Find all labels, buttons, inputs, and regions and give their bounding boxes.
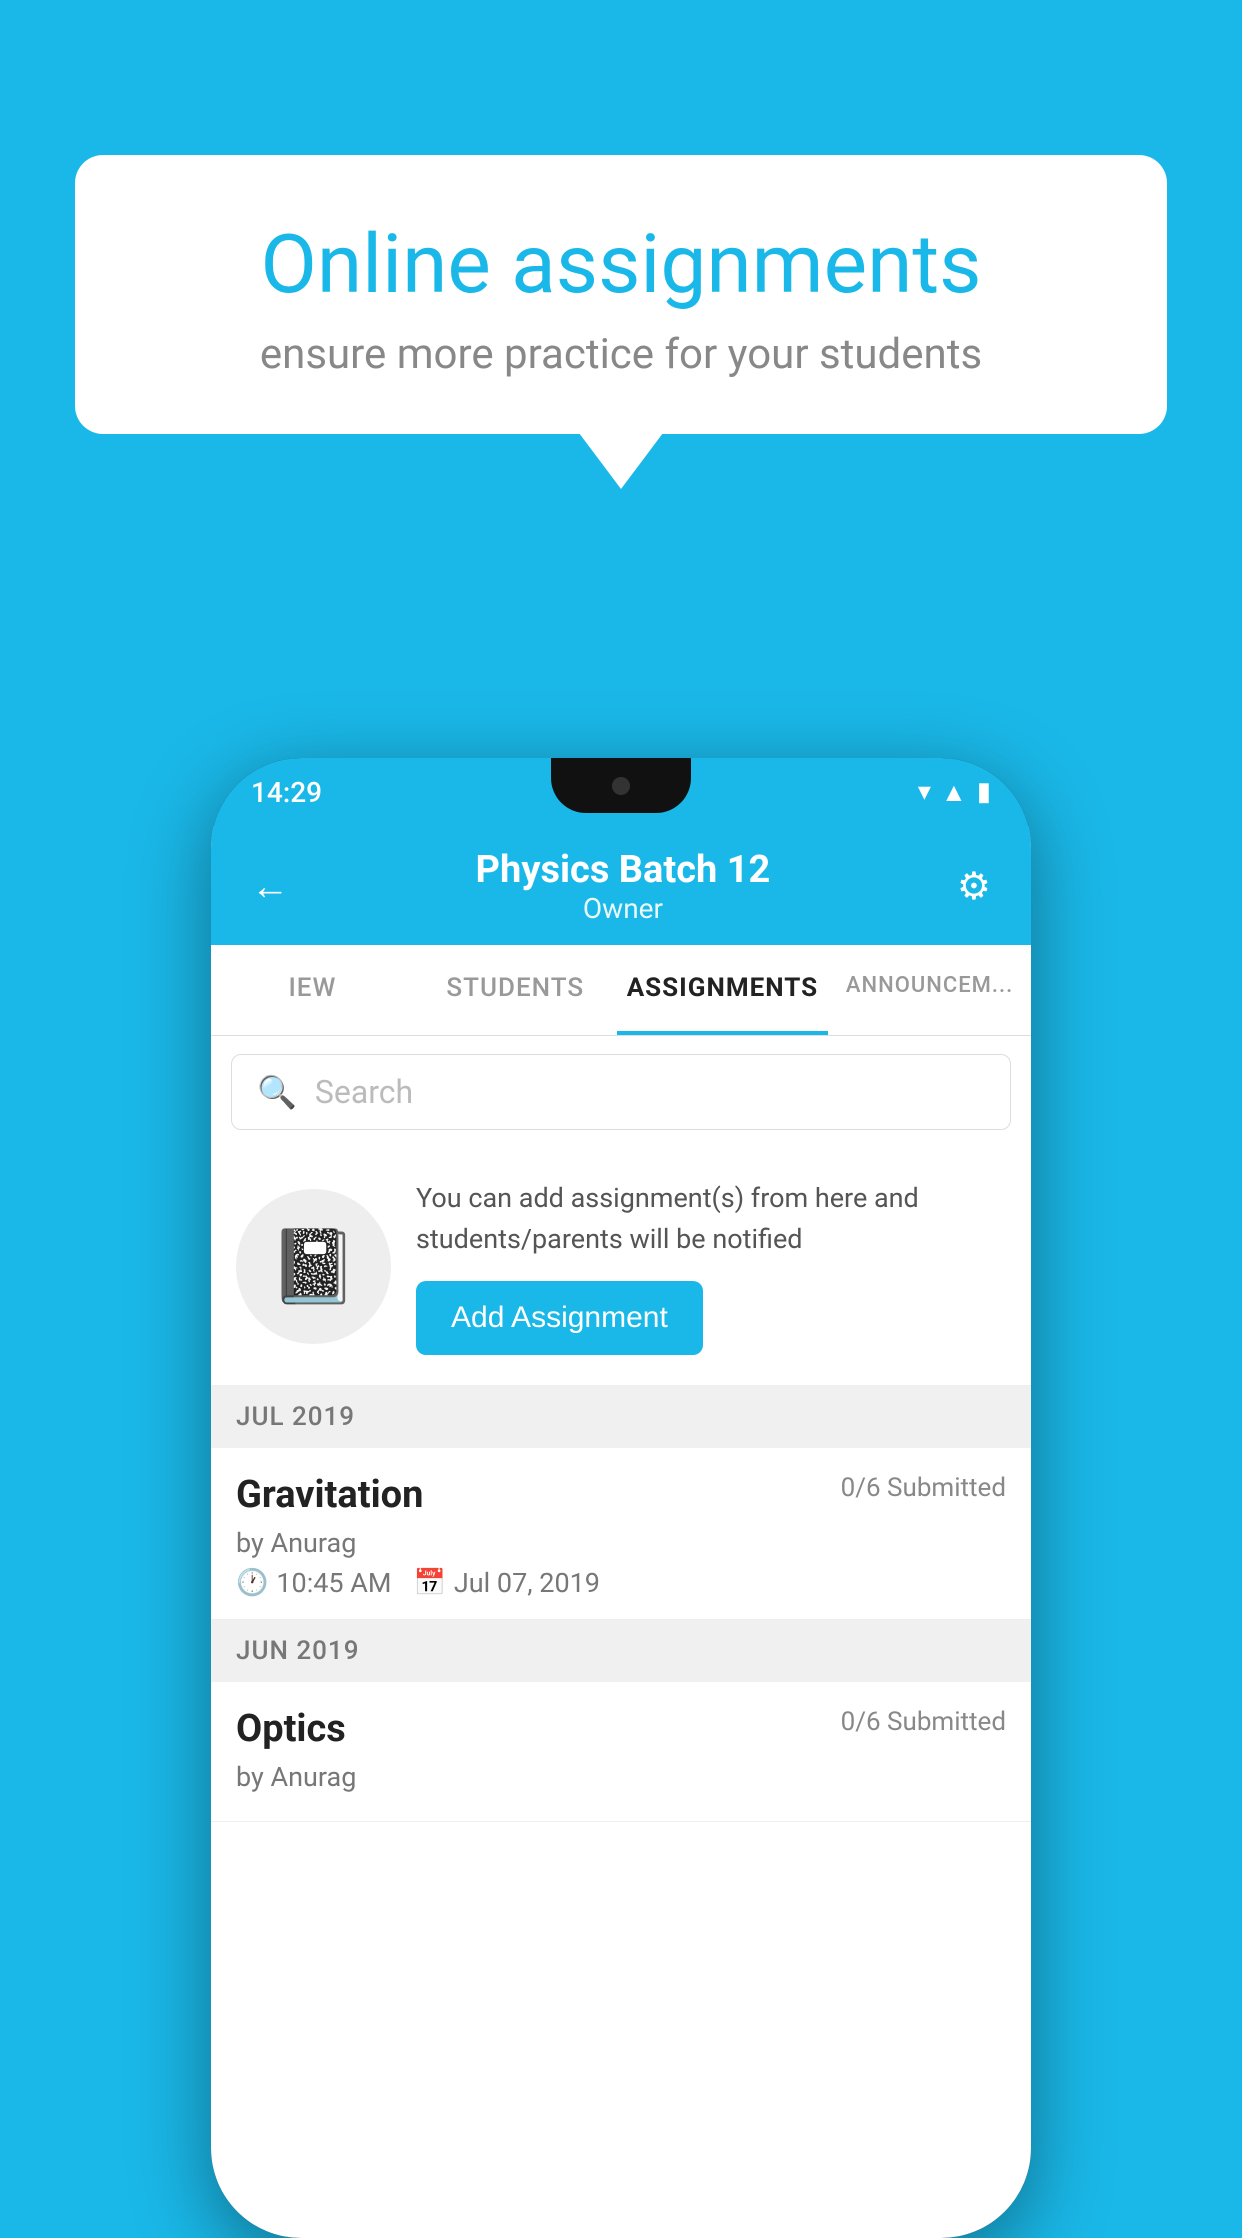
header-title-block: Physics Batch 12 Owner bbox=[476, 848, 771, 925]
datetime-time: 🕐 10:45 AM bbox=[236, 1567, 392, 1599]
status-time: 14:29 bbox=[251, 776, 322, 809]
assignment-top-row-optics: Optics 0/6 Submitted bbox=[236, 1707, 1006, 1751]
assignment-top-row: Gravitation 0/6 Submitted bbox=[236, 1473, 1006, 1517]
tab-announcements[interactable]: ANNOUNCEM... bbox=[828, 945, 1031, 1035]
assignment-title-gravitation: Gravitation bbox=[236, 1473, 423, 1517]
search-placeholder: Search bbox=[315, 1073, 413, 1111]
tab-assignments[interactable]: ASSIGNMENTS bbox=[617, 945, 828, 1035]
assignment-submitted-gravitation: 0/6 Submitted bbox=[841, 1473, 1006, 1503]
speech-bubble-container: Online assignments ensure more practice … bbox=[75, 155, 1167, 434]
batch-subtitle: Owner bbox=[476, 892, 771, 925]
assignment-title-optics: Optics bbox=[236, 1707, 346, 1751]
status-icons: ▾ ▲ ▮ bbox=[918, 777, 991, 808]
assignment-time: 10:45 AM bbox=[276, 1567, 391, 1599]
assignment-meta-optics: by Anurag bbox=[236, 1761, 1006, 1793]
assignment-submitted-optics: 0/6 Submitted bbox=[841, 1707, 1006, 1737]
search-icon: 🔍 bbox=[257, 1073, 297, 1111]
status-bar: 14:29 ▾ ▲ ▮ bbox=[211, 758, 1031, 826]
promo-icon-circle: 📓 bbox=[236, 1189, 391, 1344]
speech-bubble-subtitle: ensure more practice for your students bbox=[135, 330, 1107, 379]
add-assignment-button[interactable]: Add Assignment bbox=[416, 1281, 703, 1355]
tab-students[interactable]: STUDENTS bbox=[414, 945, 617, 1035]
section-header-jun: JUN 2019 bbox=[211, 1620, 1031, 1682]
tab-iew[interactable]: IEW bbox=[211, 945, 414, 1035]
datetime-date: 📅 Jul 07, 2019 bbox=[414, 1567, 600, 1599]
assignment-item-optics[interactable]: Optics 0/6 Submitted by Anurag bbox=[211, 1682, 1031, 1822]
promo-card: 📓 You can add assignment(s) from here an… bbox=[211, 1148, 1031, 1386]
battery-icon: ▮ bbox=[977, 777, 991, 807]
settings-icon[interactable]: ⚙ bbox=[957, 864, 991, 909]
notebook-icon: 📓 bbox=[269, 1224, 359, 1309]
assignment-item-gravitation[interactable]: Gravitation 0/6 Submitted by Anurag 🕐 10… bbox=[211, 1448, 1031, 1620]
search-bar[interactable]: 🔍 Search bbox=[231, 1054, 1011, 1130]
calendar-icon: 📅 bbox=[414, 1568, 446, 1598]
phone-container: 14:29 ▾ ▲ ▮ ← Physics Batch 12 Owner ⚙ bbox=[211, 758, 1031, 2238]
phone-notch bbox=[551, 758, 691, 813]
batch-title: Physics Batch 12 bbox=[476, 848, 771, 892]
clock-icon: 🕐 bbox=[236, 1568, 268, 1598]
tabs-bar: IEW STUDENTS ASSIGNMENTS ANNOUNCEM... bbox=[211, 945, 1031, 1036]
assignment-datetime-gravitation: 🕐 10:45 AM 📅 Jul 07, 2019 bbox=[236, 1567, 1006, 1599]
camera-dot bbox=[612, 777, 630, 795]
phone-body: 14:29 ▾ ▲ ▮ ← Physics Batch 12 Owner ⚙ bbox=[211, 758, 1031, 2238]
app-header: ← Physics Batch 12 Owner ⚙ bbox=[211, 826, 1031, 945]
wifi-icon: ▾ bbox=[918, 777, 931, 807]
promo-text: You can add assignment(s) from here and … bbox=[416, 1178, 1006, 1259]
assignment-meta-gravitation: by Anurag bbox=[236, 1527, 1006, 1559]
assignment-date: Jul 07, 2019 bbox=[454, 1567, 600, 1599]
section-header-jul: JUL 2019 bbox=[211, 1386, 1031, 1448]
speech-bubble-title: Online assignments bbox=[135, 220, 1107, 310]
signal-icon: ▲ bbox=[941, 777, 967, 808]
search-bar-container: 🔍 Search bbox=[211, 1036, 1031, 1148]
phone-screen: ← Physics Batch 12 Owner ⚙ IEW STUDENTS … bbox=[211, 826, 1031, 2238]
promo-content: You can add assignment(s) from here and … bbox=[416, 1178, 1006, 1355]
back-button[interactable]: ← bbox=[251, 865, 289, 909]
speech-bubble: Online assignments ensure more practice … bbox=[75, 155, 1167, 434]
